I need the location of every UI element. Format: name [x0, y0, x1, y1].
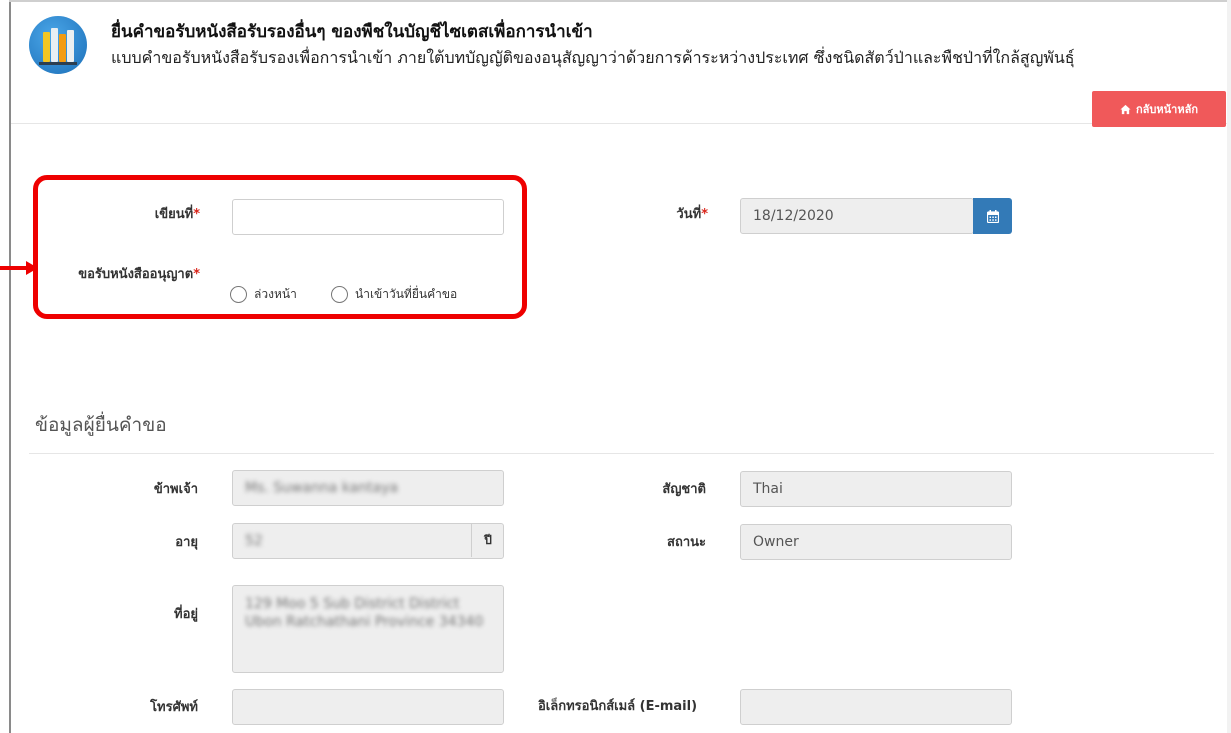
email-label: อิเล็กทรอนิกส์เมล์ (E-mail): [538, 699, 698, 714]
email-field[interactable]: [740, 689, 1012, 725]
calendar-button[interactable]: [973, 198, 1012, 234]
section-title-applicant: ข้อมูลผู้ยื่นคำขอ: [35, 414, 167, 436]
written-at-input[interactable]: [232, 199, 504, 235]
nationality-label: สัญชาติ: [662, 482, 706, 497]
radio-import-on-submit-date[interactable]: นำเข้าวันที่ยื่นคำขอ: [331, 285, 457, 304]
books-icon: [29, 16, 87, 74]
section-divider: [29, 453, 1214, 454]
date-input[interactable]: 18/12/2020: [740, 198, 974, 234]
address-label: ที่อยู่: [174, 607, 198, 622]
radio-button[interactable]: [230, 286, 247, 303]
written-at-label: เขียนที่*: [154, 207, 200, 222]
radio-advance-label: ล่วงหน้า: [254, 287, 297, 301]
page-subtitle: แบบคำขอรับหนังสือรับรองเพื่อการนำเข้า ภา…: [111, 48, 1075, 67]
name-value: Ms. Suwanna kantaya: [245, 480, 399, 496]
home-button[interactable]: กลับหน้าหลัก: [1092, 91, 1226, 127]
request-permit-label: ขอรับหนังสืออนุญาต*: [78, 267, 200, 282]
home-button-label: กลับหน้าหลัก: [1136, 104, 1198, 116]
page-header: ยื่นคำขอรับหนังสือรับรองอื่นๆ ของพืชในบั…: [11, 2, 1231, 127]
name-field[interactable]: Ms. Suwanna kantaya: [232, 470, 504, 506]
phone-field[interactable]: [232, 689, 504, 725]
age-value: 52: [245, 533, 263, 549]
page-scrollbar[interactable]: [1227, 0, 1231, 733]
nationality-field[interactable]: Thai: [740, 471, 1012, 507]
status-field[interactable]: Owner: [740, 524, 1012, 560]
date-label: วันที่*: [676, 207, 708, 222]
status-label: สถานะ: [667, 535, 706, 550]
radio-button[interactable]: [331, 286, 348, 303]
age-label: อายุ: [175, 535, 198, 550]
page-title: ยื่นคำขอรับหนังสือรับรองอื่นๆ ของพืชในบั…: [111, 22, 593, 42]
age-field[interactable]: 52: [232, 523, 504, 559]
address-field[interactable]: 129 Moo 5 Sub District District Ubon Rat…: [232, 585, 504, 673]
calendar-icon: [986, 209, 999, 223]
name-label: ข้าพเจ้า: [153, 482, 198, 497]
radio-import-label: นำเข้าวันที่ยื่นคำขอ: [355, 287, 458, 301]
radio-advance[interactable]: ล่วงหน้า: [230, 285, 297, 304]
home-icon: [1120, 104, 1131, 114]
age-unit-addon: ปี: [471, 523, 504, 557]
phone-label: โทรศัพท์: [150, 700, 198, 715]
address-value: 129 Moo 5 Sub District District Ubon Rat…: [245, 596, 484, 630]
